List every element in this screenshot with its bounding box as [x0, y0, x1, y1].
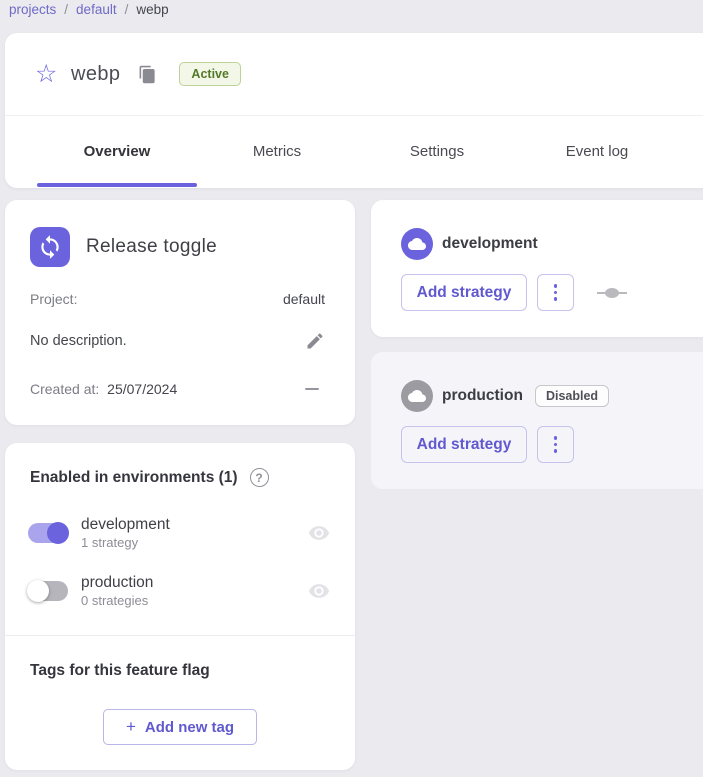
breadcrumb-current: webp	[136, 2, 168, 17]
panel-actions: Add strategy	[401, 426, 574, 463]
environment-row-production: production 0 strategies	[28, 569, 330, 613]
kebab-menu-button[interactable]	[537, 426, 574, 463]
feature-header-card: ☆ webp Active Overview Metrics Settings …	[5, 33, 703, 188]
cloud-icon	[401, 380, 433, 412]
visibility-eye-icon[interactable]	[308, 580, 330, 602]
description-text: No description.	[30, 333, 127, 349]
plus-icon: +	[126, 717, 136, 737]
production-environment-panel: production Disabled Add strategy	[371, 352, 703, 489]
kebab-dot	[554, 443, 558, 447]
tab-event-log[interactable]: Event log	[517, 116, 677, 187]
toggle-thumb	[47, 522, 69, 544]
kebab-dot	[554, 284, 558, 288]
created-label: Created at:	[30, 381, 99, 397]
edit-description-icon[interactable]	[305, 331, 325, 351]
active-tab-indicator	[37, 183, 197, 187]
environment-name: production	[81, 574, 153, 592]
panel-actions: Add strategy	[401, 274, 628, 311]
feature-tabs: Overview Metrics Settings Event log	[5, 116, 703, 187]
development-environment-panel: development Add strategy	[371, 200, 703, 337]
description-row: No description.	[30, 331, 325, 351]
created-text: Created at: 25/07/2024	[30, 381, 177, 397]
add-strategy-button[interactable]: Add strategy	[401, 426, 527, 463]
environment-labels: production 0 strategies	[81, 574, 153, 608]
toggle-thumb	[27, 580, 49, 602]
status-badge: Active	[179, 62, 241, 86]
kebab-dot	[554, 291, 558, 295]
visibility-eye-icon[interactable]	[308, 522, 330, 544]
environments-title: Enabled in environments (1)	[30, 469, 238, 487]
slider-icon	[596, 288, 628, 298]
strategy-count: 1 strategy	[81, 535, 170, 550]
kebab-dot	[554, 436, 558, 440]
environment-panel-name: production	[442, 387, 523, 405]
production-toggle[interactable]	[28, 581, 68, 601]
project-value: default	[283, 291, 325, 307]
flag-type-header: Release toggle	[30, 227, 217, 267]
breadcrumb-separator: /	[64, 2, 68, 17]
environments-heading: Enabled in environments (1) ?	[30, 468, 269, 487]
breadcrumb-link-default[interactable]: default	[76, 2, 117, 17]
tags-heading: Tags for this feature flag	[30, 662, 210, 680]
feature-title-row: ☆ webp Active	[5, 33, 703, 116]
tab-overview[interactable]: Overview	[37, 116, 197, 187]
project-row: Project: default	[30, 291, 325, 307]
flag-details-card: Release toggle Project: default No descr…	[5, 200, 355, 425]
environment-panel-name: development	[442, 235, 538, 253]
favorite-star-icon[interactable]: ☆	[35, 62, 61, 87]
breadcrumb: projects / default / webp	[9, 2, 169, 17]
flag-type-title: Release toggle	[86, 236, 217, 258]
created-value: 25/07/2024	[107, 381, 177, 397]
kebab-dot	[554, 297, 558, 301]
kebab-menu-button[interactable]	[537, 274, 574, 311]
feature-name: webp	[71, 63, 120, 86]
project-label: Project:	[30, 291, 77, 307]
panel-header: development	[401, 228, 538, 260]
release-toggle-icon	[30, 227, 70, 267]
minus-icon	[305, 388, 319, 391]
breadcrumb-separator: /	[125, 2, 129, 17]
panel-header: production Disabled	[401, 380, 609, 412]
copy-name-icon[interactable]	[138, 65, 157, 84]
add-new-tag-button[interactable]: + Add new tag	[103, 709, 257, 745]
section-divider	[5, 635, 355, 636]
cloud-icon	[401, 228, 433, 260]
add-tag-label: Add new tag	[145, 719, 234, 736]
tab-settings[interactable]: Settings	[357, 116, 517, 187]
add-strategy-button[interactable]: Add strategy	[401, 274, 527, 311]
environment-row-development: development 1 strategy	[28, 511, 330, 555]
breadcrumb-link-projects[interactable]: projects	[9, 2, 56, 17]
kebab-dot	[554, 449, 558, 453]
environment-name: development	[81, 516, 170, 534]
tab-metrics[interactable]: Metrics	[197, 116, 357, 187]
environments-card: Enabled in environments (1) ? developmen…	[5, 443, 355, 770]
created-row: Created at: 25/07/2024	[30, 381, 325, 397]
environment-labels: development 1 strategy	[81, 516, 170, 550]
development-toggle[interactable]	[28, 523, 68, 543]
strategy-count: 0 strategies	[81, 593, 153, 608]
help-icon[interactable]: ?	[250, 468, 269, 487]
disabled-badge: Disabled	[535, 385, 609, 407]
